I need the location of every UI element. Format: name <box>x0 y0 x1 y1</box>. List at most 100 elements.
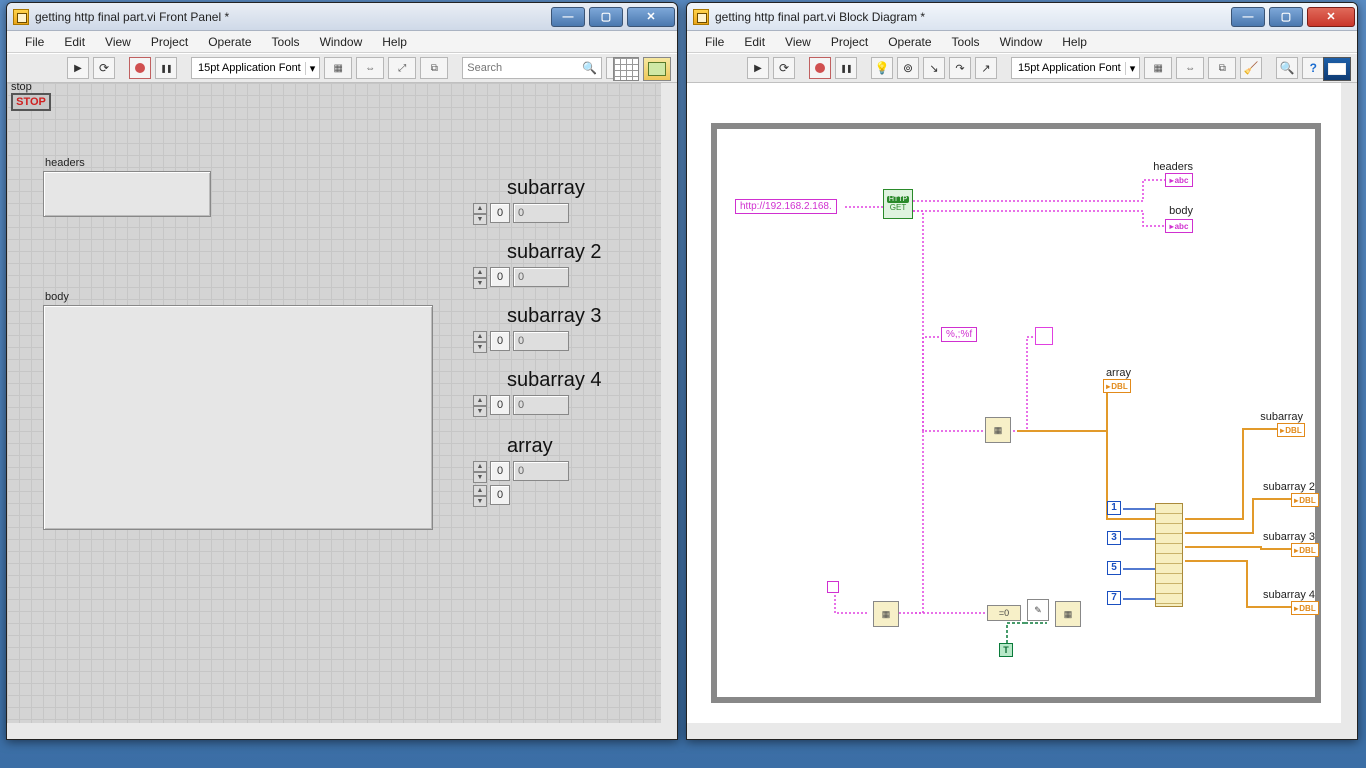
menu-tools[interactable]: Tools <box>262 33 310 51</box>
reorder-button[interactable]: ⧉ <box>420 57 448 79</box>
pause-button[interactable] <box>835 57 857 79</box>
minimize-button[interactable]: — <box>551 7 585 27</box>
array-build-node[interactable]: ▦ <box>873 601 899 627</box>
abort-button[interactable] <box>809 57 831 79</box>
select-node[interactable]: ✎ <box>1027 599 1049 621</box>
int-const-7[interactable]: 7 <box>1107 591 1121 605</box>
index-spinner[interactable]: ▲▼ <box>473 203 487 223</box>
menu-project[interactable]: Project <box>821 33 878 51</box>
url-string-constant[interactable]: http://192.168.2.168. <box>735 199 837 214</box>
pause-button[interactable] <box>155 57 177 79</box>
string-function-node[interactable] <box>1035 327 1053 345</box>
array-control-row1[interactable]: ▲▼ 0 0 <box>473 461 569 481</box>
index-value[interactable]: 0 <box>490 331 510 351</box>
array-control-row2[interactable]: ▲▼ 0 <box>473 485 510 505</box>
body-terminal[interactable]: abc <box>1165 219 1193 233</box>
menu-edit[interactable]: Edit <box>54 33 95 51</box>
index-spinner[interactable]: ▲▼ <box>473 395 487 415</box>
maximize-button[interactable]: ▢ <box>1269 7 1303 27</box>
highlight-execution-button[interactable] <box>871 57 893 79</box>
reorder-button[interactable]: ⧉ <box>1208 57 1236 79</box>
menu-operate[interactable]: Operate <box>198 33 261 51</box>
vi-icon[interactable] <box>1323 57 1351 81</box>
vertical-scrollbar[interactable] <box>1341 83 1357 739</box>
index-value[interactable]: 0 <box>490 461 510 481</box>
stop-button[interactable]: STOP <box>11 93 51 111</box>
subarray2-control[interactable]: ▲▼ 0 0 <box>473 267 569 287</box>
search-input[interactable] <box>467 62 597 74</box>
subarray3-terminal[interactable]: DBL <box>1291 543 1319 557</box>
close-button[interactable]: ✕ <box>627 7 675 27</box>
step-out-button[interactable] <box>975 57 997 79</box>
int-const-1[interactable]: 1 <box>1107 501 1121 515</box>
block-diagram-titlebar[interactable]: getting http final part.vi Block Diagram… <box>687 3 1357 31</box>
index-spinner[interactable]: ▲▼ <box>473 267 487 287</box>
index-value[interactable]: 0 <box>490 267 510 287</box>
true-constant[interactable]: T <box>999 643 1013 657</box>
front-panel-area[interactable]: stop STOP headers body subarray ▲▼ 0 0 s… <box>7 83 677 739</box>
menu-window[interactable]: Window <box>310 33 373 51</box>
run-continuously-button[interactable] <box>93 57 115 79</box>
subarray4-terminal[interactable]: DBL <box>1291 601 1319 615</box>
menu-operate[interactable]: Operate <box>878 33 941 51</box>
index-value[interactable]: 0 <box>490 203 510 223</box>
close-button[interactable]: ✕ <box>1307 7 1355 27</box>
run-continuously-button[interactable] <box>773 57 795 79</box>
array-terminal[interactable]: DBL <box>1103 379 1131 393</box>
subarray-terminal[interactable]: DBL <box>1277 423 1305 437</box>
context-help-button[interactable]: ? <box>1302 57 1324 79</box>
resize-objects-button[interactable]: ⤢ <box>388 57 416 79</box>
front-panel-titlebar[interactable]: getting http final part.vi Front Panel *… <box>7 3 677 31</box>
body-indicator[interactable] <box>43 305 433 530</box>
index-value[interactable]: 0 <box>490 395 510 415</box>
run-button[interactable] <box>67 57 89 79</box>
distribute-objects-button[interactable]: ⇔ <box>1176 57 1204 79</box>
search-button[interactable]: 🔍 <box>1276 57 1298 79</box>
headers-indicator[interactable] <box>43 171 211 217</box>
subarray4-control[interactable]: ▲▼ 0 0 <box>473 395 569 415</box>
run-button[interactable] <box>747 57 769 79</box>
menu-window[interactable]: Window <box>990 33 1053 51</box>
compare-node[interactable]: =0 <box>987 605 1021 621</box>
index-value[interactable]: 0 <box>490 485 510 505</box>
index-array-node[interactable] <box>1155 503 1183 607</box>
subarray3-control[interactable]: ▲▼ 0 0 <box>473 331 569 351</box>
menu-help[interactable]: Help <box>1052 33 1097 51</box>
scan-from-string-node[interactable]: ▦ <box>985 417 1011 443</box>
format-string-constant[interactable]: %,;%f <box>941 327 977 342</box>
subarray2-terminal[interactable]: DBL <box>1291 493 1319 507</box>
menu-file[interactable]: File <box>695 33 734 51</box>
menu-edit[interactable]: Edit <box>734 33 775 51</box>
vertical-scrollbar[interactable] <box>661 83 677 739</box>
align-objects-button[interactable]: ▦ <box>324 57 352 79</box>
menu-tools[interactable]: Tools <box>942 33 990 51</box>
menu-view[interactable]: View <box>775 33 821 51</box>
abort-button[interactable] <box>129 57 151 79</box>
menu-help[interactable]: Help <box>372 33 417 51</box>
step-into-button[interactable] <box>923 57 945 79</box>
block-diagram-area[interactable]: http://192.168.2.168. HTTP GET headers a… <box>687 83 1357 739</box>
index-spinner[interactable]: ▲▼ <box>473 461 487 481</box>
array-node-2[interactable]: ▦ <box>1055 601 1081 627</box>
menu-file[interactable]: File <box>15 33 54 51</box>
retain-wire-values-button[interactable] <box>897 57 919 79</box>
maximize-button[interactable]: ▢ <box>589 7 623 27</box>
vi-icon[interactable] <box>643 57 671 81</box>
subarray-control[interactable]: ▲▼ 0 0 <box>473 203 569 223</box>
int-const-5[interactable]: 5 <box>1107 561 1121 575</box>
horizontal-scrollbar[interactable] <box>7 723 677 739</box>
distribute-objects-button[interactable]: ⇔ <box>356 57 384 79</box>
cleanup-diagram-button[interactable] <box>1240 57 1262 79</box>
headers-terminal[interactable]: abc <box>1165 173 1193 187</box>
menu-project[interactable]: Project <box>141 33 198 51</box>
align-objects-button[interactable]: ▦ <box>1144 57 1172 79</box>
font-selector[interactable]: 15pt Application Font ▾ <box>1011 57 1140 79</box>
font-selector[interactable]: 15pt Application Font ▾ <box>191 57 320 79</box>
int-const-3[interactable]: 3 <box>1107 531 1121 545</box>
minimize-button[interactable]: — <box>1231 7 1265 27</box>
index-spinner[interactable]: ▲▼ <box>473 331 487 351</box>
index-spinner[interactable]: ▲▼ <box>473 485 487 505</box>
search-box[interactable]: 🔍 <box>462 57 602 79</box>
connector-pane-icon[interactable] <box>613 57 639 81</box>
http-get-node[interactable]: HTTP GET <box>883 189 913 219</box>
